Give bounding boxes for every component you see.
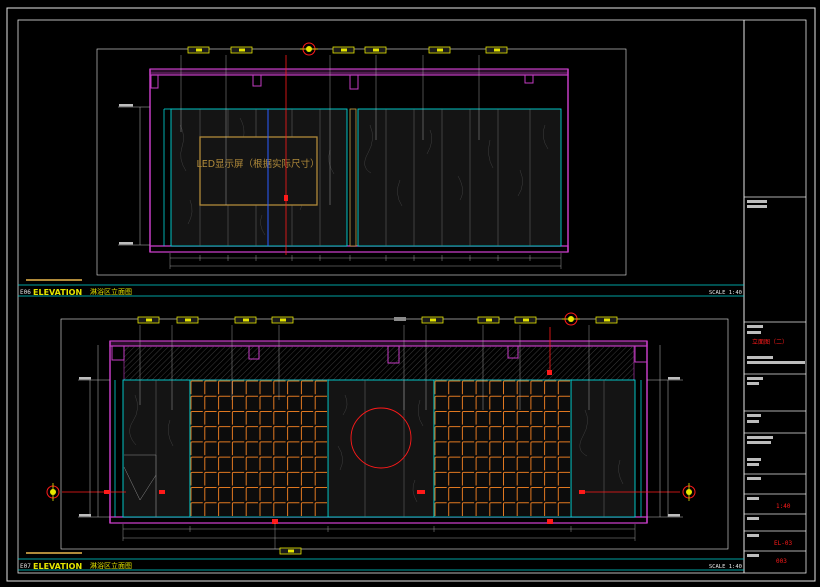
- elevation-code: E06: [20, 289, 31, 296]
- ceiling-drop: [349, 74, 359, 90]
- elevation-scale: SCALE 1:40: [709, 290, 742, 296]
- section-marker: [46, 483, 60, 501]
- title-block-page-number: 003: [776, 558, 787, 565]
- title-block: 立面图（二） 1:40 EL-03 003: [743, 20, 806, 573]
- elevation-lower: E07 ELEVATION 淋浴区立面图 SCALE 1:40: [18, 312, 744, 571]
- elevation-name: 淋浴区立面图: [90, 287, 132, 296]
- elevation-scale: SCALE 1:40: [709, 564, 742, 570]
- section-marker: [682, 483, 696, 501]
- elevation-word: ELEVATION: [33, 288, 82, 297]
- elevation-upper: LED显示屏（根据实际尺寸） E06 ELEVATION 淋浴区立面图 SCAL…: [18, 42, 744, 297]
- led-screen-label: LED显示屏（根据实际尺寸）: [196, 158, 319, 170]
- door-divider: [349, 108, 357, 247]
- title-block-sheet-number: EL-03: [774, 540, 792, 547]
- section-marker: [300, 42, 318, 56]
- elevation-name: 淋浴区立面图: [90, 561, 132, 570]
- locker-grid-left: [189, 379, 329, 518]
- ceiling-drop: [524, 74, 534, 84]
- marble-wall-center: [327, 379, 435, 518]
- marble-panel-right: [357, 108, 562, 247]
- title-block-scale: 1:40: [776, 503, 791, 510]
- locker-grid-right: [433, 379, 572, 518]
- ceiling-drop: [150, 74, 159, 89]
- ceiling-band: [149, 68, 569, 76]
- marble-wall-left: [122, 379, 191, 518]
- title-block-label: 立面图（二）: [752, 338, 788, 346]
- elevation-word: ELEVATION: [33, 562, 82, 571]
- ceiling-drop: [634, 345, 648, 363]
- marble-wall-right: [570, 379, 636, 518]
- led-screen: [199, 136, 318, 206]
- ceiling-band: [109, 340, 648, 347]
- material-tags: [187, 46, 508, 54]
- ceiling-drop: [111, 345, 125, 361]
- section-marker: [562, 312, 580, 326]
- cad-drawing-sheet: 立面图（二） 1:40 EL-03 003 LED显示屏（根据实际尺寸） E06…: [6, 7, 816, 582]
- elevation-code: E07: [20, 563, 31, 570]
- floor-line: [149, 245, 569, 253]
- ceiling-void: [123, 345, 635, 381]
- floor-line: [109, 516, 648, 524]
- ceiling-drop: [252, 74, 262, 87]
